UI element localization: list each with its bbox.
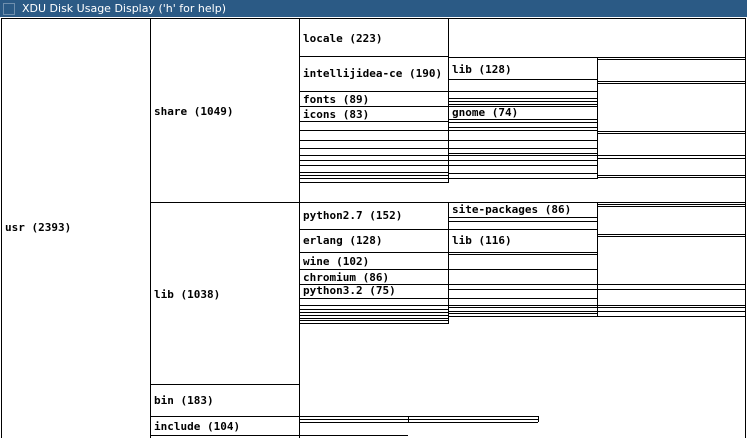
partition-lines [1, 18, 746, 438]
node-label: lib (1038) [154, 288, 221, 301]
node-label: python3.2 (75) [303, 284, 396, 297]
node-label: icons (83) [303, 108, 370, 121]
title-bar: XDU Disk Usage Display ('h' for help) [0, 0, 747, 17]
window-menu-icon[interactable] [3, 3, 15, 15]
node-label: wine (102) [303, 255, 370, 268]
node-label: lib (116) [452, 234, 512, 247]
node-label: fonts (89) [303, 93, 370, 106]
node-label: lib (128) [452, 63, 512, 76]
window-title: XDU Disk Usage Display ('h' for help) [22, 2, 226, 15]
node-label: erlang (128) [303, 234, 383, 247]
node-label: site-packages (86) [452, 203, 572, 216]
node-label: intellijidea-ce (190) [303, 67, 443, 80]
disk-usage-canvas[interactable] [0, 17, 747, 438]
node-label: chromium (86) [303, 271, 390, 284]
node-label: locale (223) [303, 32, 383, 45]
node-label: usr (2393) [5, 221, 72, 234]
node-label: share (1049) [154, 105, 234, 118]
node-label: python2.7 (152) [303, 209, 403, 222]
node-label: bin (183) [154, 394, 214, 407]
node-label: gnome (74) [452, 106, 519, 119]
node-label: include (104) [154, 420, 241, 433]
